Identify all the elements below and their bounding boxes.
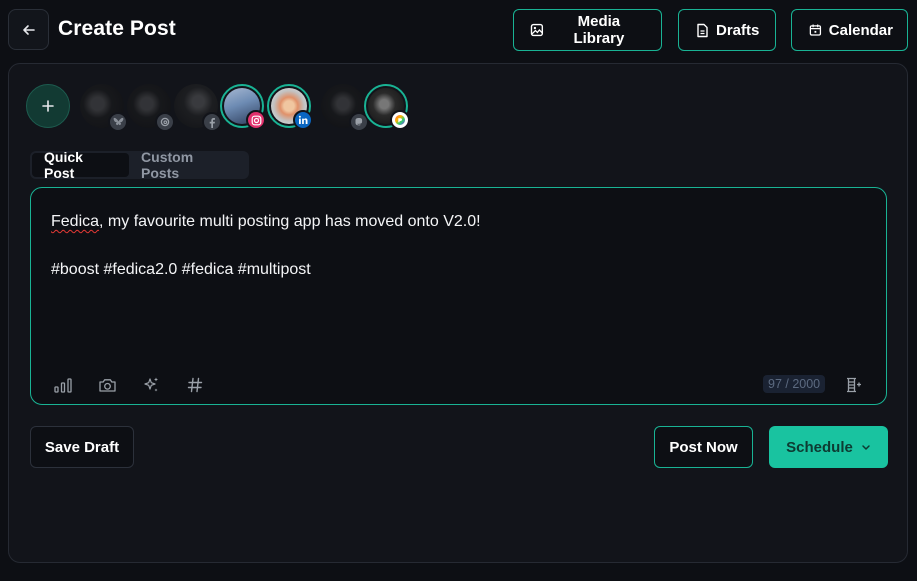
camera-icon[interactable] [96,374,118,396]
post-now-button[interactable]: Post Now [654,426,753,468]
drafts-label: Drafts [716,21,760,39]
account-avatar-bluesky[interactable] [80,84,128,132]
tab-quick-post[interactable]: Quick Post [32,149,130,181]
post-text[interactable]: Fedica, my favourite multi posting app h… [51,210,481,282]
page-title: Create Post [58,17,176,40]
instagram-icon [246,110,266,130]
post-text-line1-rest: , my favourite multi posting app has mov… [99,213,481,230]
account-avatar-facebook[interactable] [174,84,222,132]
save-draft-button[interactable]: Save Draft [30,426,134,468]
sparkles-icon[interactable] [140,374,162,396]
post-text-line2: #boost #fedica2.0 #fedica #multipost [51,261,311,278]
threads-icon [155,112,175,132]
post-mode-tabs: Quick Post Custom Posts [30,149,249,181]
compose-panel: Quick Post Custom Posts Fedica, my favou… [8,63,908,563]
back-button[interactable] [8,9,49,50]
tab-custom-posts[interactable]: Custom Posts [129,149,247,181]
drafts-button[interactable]: Drafts [678,9,776,51]
bluesky-icon [108,112,128,132]
media-library-button[interactable]: Media Library [513,9,662,51]
misspelled-word: Fedica [51,213,100,230]
chart-icon[interactable] [52,374,74,396]
arrow-left-icon [22,24,35,35]
plus-icon [42,100,54,112]
media-library-label: Media Library [573,13,625,47]
document-icon [697,23,708,37]
image-icon [530,23,544,37]
calendar-button[interactable]: Calendar [791,9,908,51]
pixelfed-icon [390,110,410,130]
schedule-button[interactable]: Schedule [769,426,888,468]
character-counter: 97 / 2000 [763,375,826,393]
calendar-label: Calendar [828,21,893,39]
post-editor[interactable]: Fedica, my favourite multi posting app h… [30,187,887,405]
add-account-button[interactable] [26,84,70,128]
facebook-icon [202,112,222,132]
account-avatar-linkedin[interactable] [267,84,313,130]
thread-add-icon[interactable] [842,374,864,396]
account-avatar-mastodon[interactable] [321,84,369,132]
linkedin-icon [293,110,313,130]
account-avatar-pixelfed[interactable] [364,84,410,130]
hashtag-icon[interactable] [184,374,206,396]
top-bar: Create Post Media Library Drafts Calenda… [0,0,917,64]
account-avatar-instagram[interactable] [220,84,266,130]
schedule-label: Schedule [786,438,853,456]
account-avatar-threads[interactable] [127,84,175,132]
chevron-down-icon [862,444,870,450]
calendar-icon [809,24,822,36]
